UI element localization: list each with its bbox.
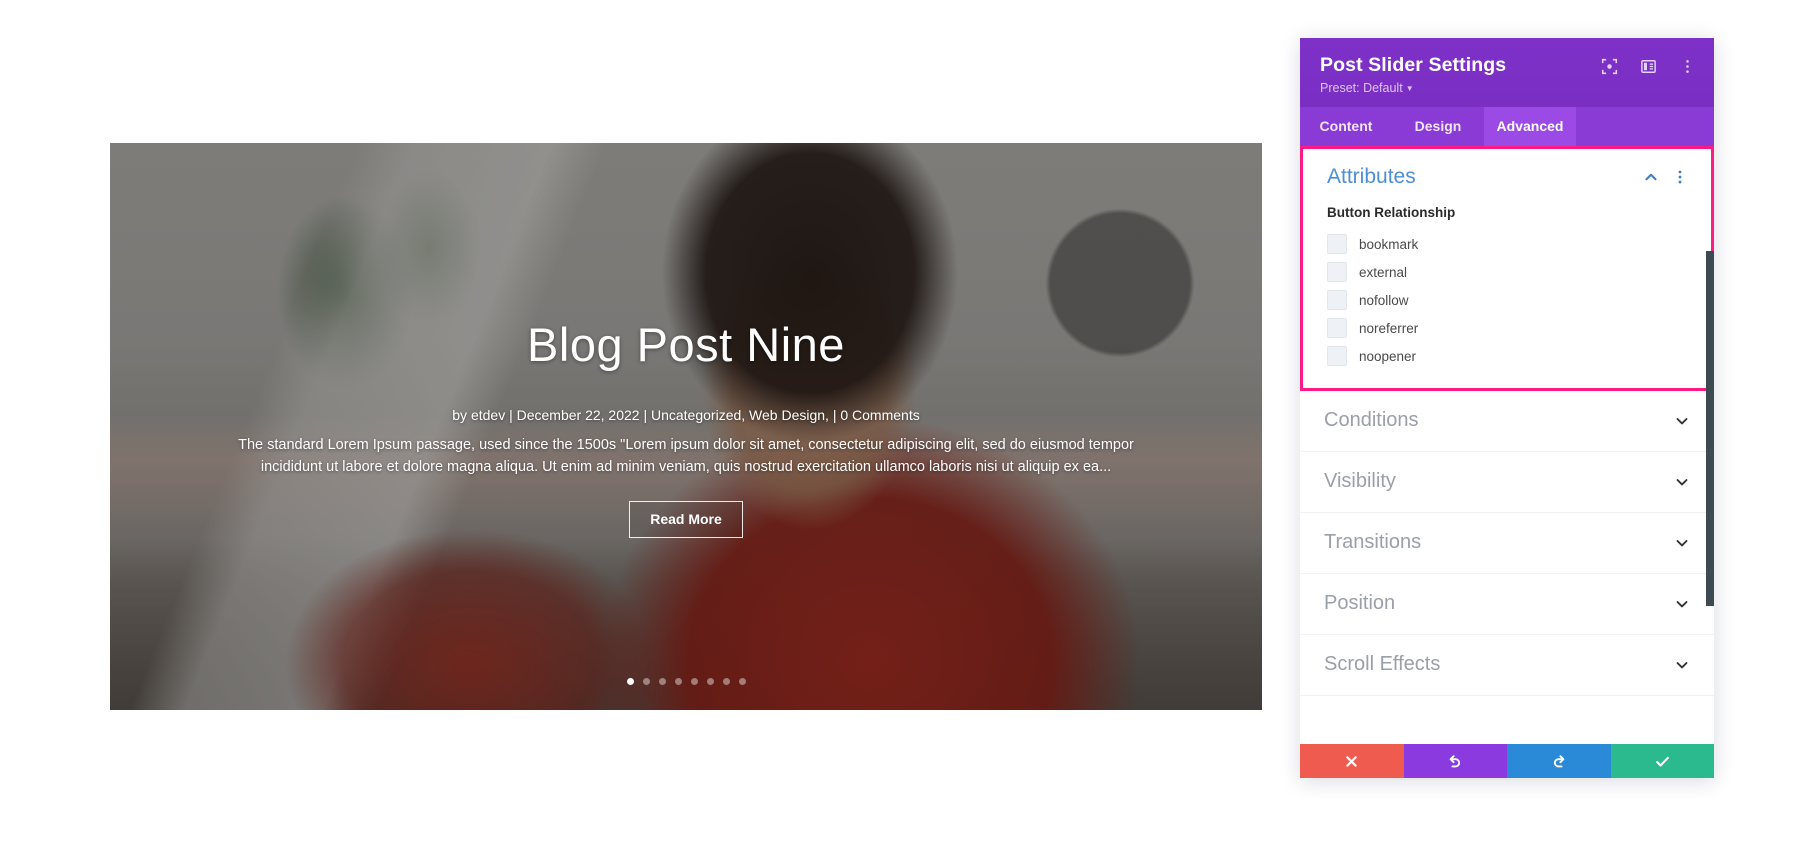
preset-label: Preset: Default xyxy=(1320,81,1403,95)
section-position[interactable]: Position xyxy=(1300,574,1714,635)
section-conditions[interactable]: Conditions xyxy=(1300,391,1714,452)
section-label: Visibility xyxy=(1324,470,1396,492)
section-label: Scroll Effects xyxy=(1324,653,1441,675)
slide-content: Blog Post Nine by etdev | December 22, 2… xyxy=(110,319,1262,538)
pagination-dot[interactable] xyxy=(674,678,682,685)
section-scroll-effects[interactable]: Scroll Effects xyxy=(1300,635,1714,696)
panel-footer xyxy=(1300,744,1714,778)
cancel-button[interactable] xyxy=(1300,744,1404,778)
checkbox-nofollow[interactable]: nofollow xyxy=(1327,286,1687,314)
split-layout-icon[interactable] xyxy=(1640,58,1657,75)
checkbox-box[interactable] xyxy=(1327,346,1347,366)
checkbox-box[interactable] xyxy=(1327,262,1347,282)
chevron-up-icon[interactable] xyxy=(1643,169,1659,185)
more-vertical-icon[interactable] xyxy=(1679,58,1696,75)
pagination-dot[interactable] xyxy=(738,678,746,685)
focus-target-icon[interactable] xyxy=(1601,58,1618,75)
button-relationship-label: Button Relationship xyxy=(1327,205,1456,220)
chevron-down-icon[interactable] xyxy=(1674,474,1690,490)
attributes-section: Attributes Button Relationship bookmark xyxy=(1300,146,1714,391)
read-more-button[interactable]: Read More xyxy=(629,500,743,538)
slide-excerpt: The standard Lorem Ipsum passage, used s… xyxy=(238,436,1134,476)
panel-tabs: Content Design Advanced xyxy=(1300,107,1714,146)
attributes-header-actions xyxy=(1643,169,1687,185)
panel-scrollbar[interactable] xyxy=(1706,251,1714,606)
chevron-down-icon[interactable] xyxy=(1674,596,1690,612)
pagination-dot[interactable] xyxy=(658,678,666,685)
section-transitions[interactable]: Transitions xyxy=(1300,513,1714,574)
checkbox-box[interactable] xyxy=(1327,234,1347,254)
tab-content[interactable]: Content xyxy=(1300,107,1392,146)
save-button[interactable] xyxy=(1610,744,1714,778)
pagination-dot[interactable] xyxy=(626,678,634,685)
chevron-down-icon[interactable] xyxy=(1674,657,1690,673)
checkbox-noopener[interactable]: noopener xyxy=(1327,342,1687,370)
tab-design[interactable]: Design xyxy=(1392,107,1484,146)
pagination-dot[interactable] xyxy=(722,678,730,685)
checkbox-label: bookmark xyxy=(1359,236,1419,252)
post-slider-settings-panel: Post Slider Settings Preset: Default ▼ C… xyxy=(1300,38,1714,778)
chevron-down-icon[interactable] xyxy=(1674,535,1690,551)
checkbox-noreferrer[interactable]: noreferrer xyxy=(1327,314,1687,342)
checkbox-box[interactable] xyxy=(1327,318,1347,338)
redo-button[interactable] xyxy=(1507,744,1611,778)
checkbox-label: noreferrer xyxy=(1359,320,1419,336)
chevron-down-icon[interactable] xyxy=(1674,413,1690,429)
section-label: Transitions xyxy=(1324,531,1422,553)
panel-body: Attributes Button Relationship bookmark xyxy=(1300,146,1714,744)
page-root: Blog Post Nine by etdev | December 22, 2… xyxy=(0,0,1800,848)
checkbox-label: external xyxy=(1359,264,1408,280)
more-vertical-icon[interactable] xyxy=(1673,169,1687,185)
checkbox-label: nofollow xyxy=(1359,292,1409,308)
undo-button[interactable] xyxy=(1403,744,1507,778)
panel-header-icons xyxy=(1601,58,1696,75)
panel-header: Post Slider Settings Preset: Default ▼ xyxy=(1300,38,1714,107)
pagination-dot[interactable] xyxy=(706,678,714,685)
section-label: Position xyxy=(1324,592,1396,614)
pagination-dot[interactable] xyxy=(642,678,650,685)
slide-title: Blog Post Nine xyxy=(527,318,845,371)
preset-selector[interactable]: Preset: Default ▼ xyxy=(1320,81,1694,95)
attributes-heading: Attributes xyxy=(1327,165,1416,188)
chevron-down-icon: ▼ xyxy=(1405,84,1414,94)
checkbox-label: noopener xyxy=(1359,348,1417,364)
tab-advanced[interactable]: Advanced xyxy=(1484,107,1576,146)
post-slider-preview: Blog Post Nine by etdev | December 22, 2… xyxy=(110,143,1262,710)
pagination-dot[interactable] xyxy=(690,678,698,685)
slide-meta: by etdev | December 22, 2022 | Uncategor… xyxy=(452,406,920,423)
checkbox-bookmark[interactable]: bookmark xyxy=(1327,230,1687,258)
attributes-header[interactable]: Attributes xyxy=(1327,165,1687,199)
checkbox-external[interactable]: external xyxy=(1327,258,1687,286)
section-label: Conditions xyxy=(1324,409,1419,431)
slider-pagination-dots xyxy=(110,678,1262,685)
checkbox-box[interactable] xyxy=(1327,290,1347,310)
section-visibility[interactable]: Visibility xyxy=(1300,452,1714,513)
